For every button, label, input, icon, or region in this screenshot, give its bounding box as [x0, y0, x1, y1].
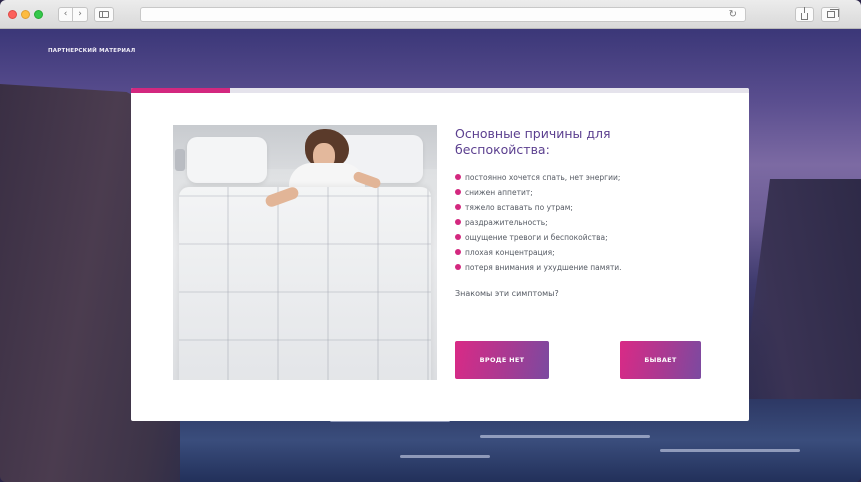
progress-fill: [131, 88, 230, 93]
bullet-dot-icon: [455, 264, 461, 270]
symptom-list: постоянно хочется спать, нет энергии; сн…: [455, 170, 725, 275]
pillow: [187, 137, 267, 183]
bullet-dot-icon: [455, 174, 461, 180]
answer-no-button[interactable]: ВРОДЕ НЕТ: [455, 341, 549, 379]
progress-bar: [131, 88, 749, 93]
symptom-text: раздражительность;: [465, 218, 548, 227]
bullet-dot-icon: [455, 234, 461, 240]
share-button[interactable]: [795, 6, 814, 22]
share-icon: [801, 6, 808, 20]
list-item: снижен аппетит;: [455, 185, 725, 200]
chevron-left-icon: ‹: [63, 9, 68, 19]
browser-toolbar: ‹ › ↻: [0, 0, 861, 29]
zoom-window-button[interactable]: [34, 10, 43, 19]
back-button[interactable]: ‹: [58, 7, 73, 22]
symptom-text: плохая концентрация;: [465, 248, 555, 257]
forward-button[interactable]: ›: [73, 7, 88, 22]
duvet: [179, 187, 431, 380]
list-item: ощущение тревоги и беспокойства;: [455, 230, 725, 245]
bullet-dot-icon: [455, 204, 461, 210]
quiz-heading: Основные причины для беспокойства:: [455, 126, 611, 157]
lamp: [175, 149, 185, 171]
list-item: потеря внимания и ухудшение памяти.: [455, 260, 725, 275]
browser-window: ‹ › ↻ ПАРТНЕРСКИЙ МАТЕРИАЛ Основные прич…: [0, 0, 861, 482]
bullet-dot-icon: [455, 189, 461, 195]
list-item: постоянно хочется спать, нет энергии;: [455, 170, 725, 185]
chevron-right-icon: ›: [78, 9, 82, 19]
quiz-content: Основные причины для беспокойства: посто…: [455, 126, 725, 298]
address-bar[interactable]: ↻: [140, 7, 746, 22]
close-window-button[interactable]: [8, 10, 17, 19]
quiz-card: Основные причины для беспокойства: посто…: [131, 88, 749, 421]
wave: [660, 449, 800, 452]
answer-yes-button[interactable]: БЫВАЕТ: [620, 341, 701, 379]
wave: [400, 455, 490, 458]
quiz-question: Знакомы эти симптомы?: [455, 289, 559, 298]
symptom-text: тяжело вставать по утрам;: [465, 203, 573, 212]
minimize-window-button[interactable]: [21, 10, 30, 19]
tabs-icon: [826, 9, 839, 18]
wave: [480, 435, 650, 438]
list-item: раздражительность;: [455, 215, 725, 230]
page-content: ПАРТНЕРСКИЙ МАТЕРИАЛ Основные причины дл…: [0, 29, 861, 482]
bullet-dot-icon: [455, 219, 461, 225]
sidebar-icon: [99, 11, 109, 18]
woman-in-bed-photo: [173, 125, 437, 380]
list-item: тяжело вставать по утрам;: [455, 200, 725, 215]
sidebar-toggle-button[interactable]: [94, 7, 114, 22]
bullet-dot-icon: [455, 249, 461, 255]
symptom-text: ощущение тревоги и беспокойства;: [465, 233, 608, 242]
partner-label: ПАРТНЕРСКИЙ МАТЕРИАЛ: [48, 48, 136, 54]
symptom-text: постоянно хочется спать, нет энергии;: [465, 173, 621, 182]
symptom-text: снижен аппетит;: [465, 188, 533, 197]
symptom-text: потеря внимания и ухудшение памяти.: [465, 263, 622, 272]
list-item: плохая концентрация;: [455, 245, 725, 260]
show-tabs-button[interactable]: [821, 7, 840, 22]
reload-icon[interactable]: ↻: [729, 8, 737, 22]
